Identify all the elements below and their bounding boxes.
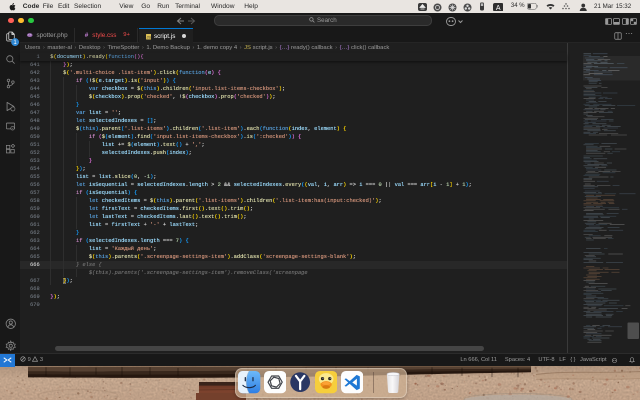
svg-text:1: 1 (13, 39, 17, 46)
svg-text:JS: JS (146, 36, 151, 40)
svg-text:A: A (496, 4, 501, 11)
